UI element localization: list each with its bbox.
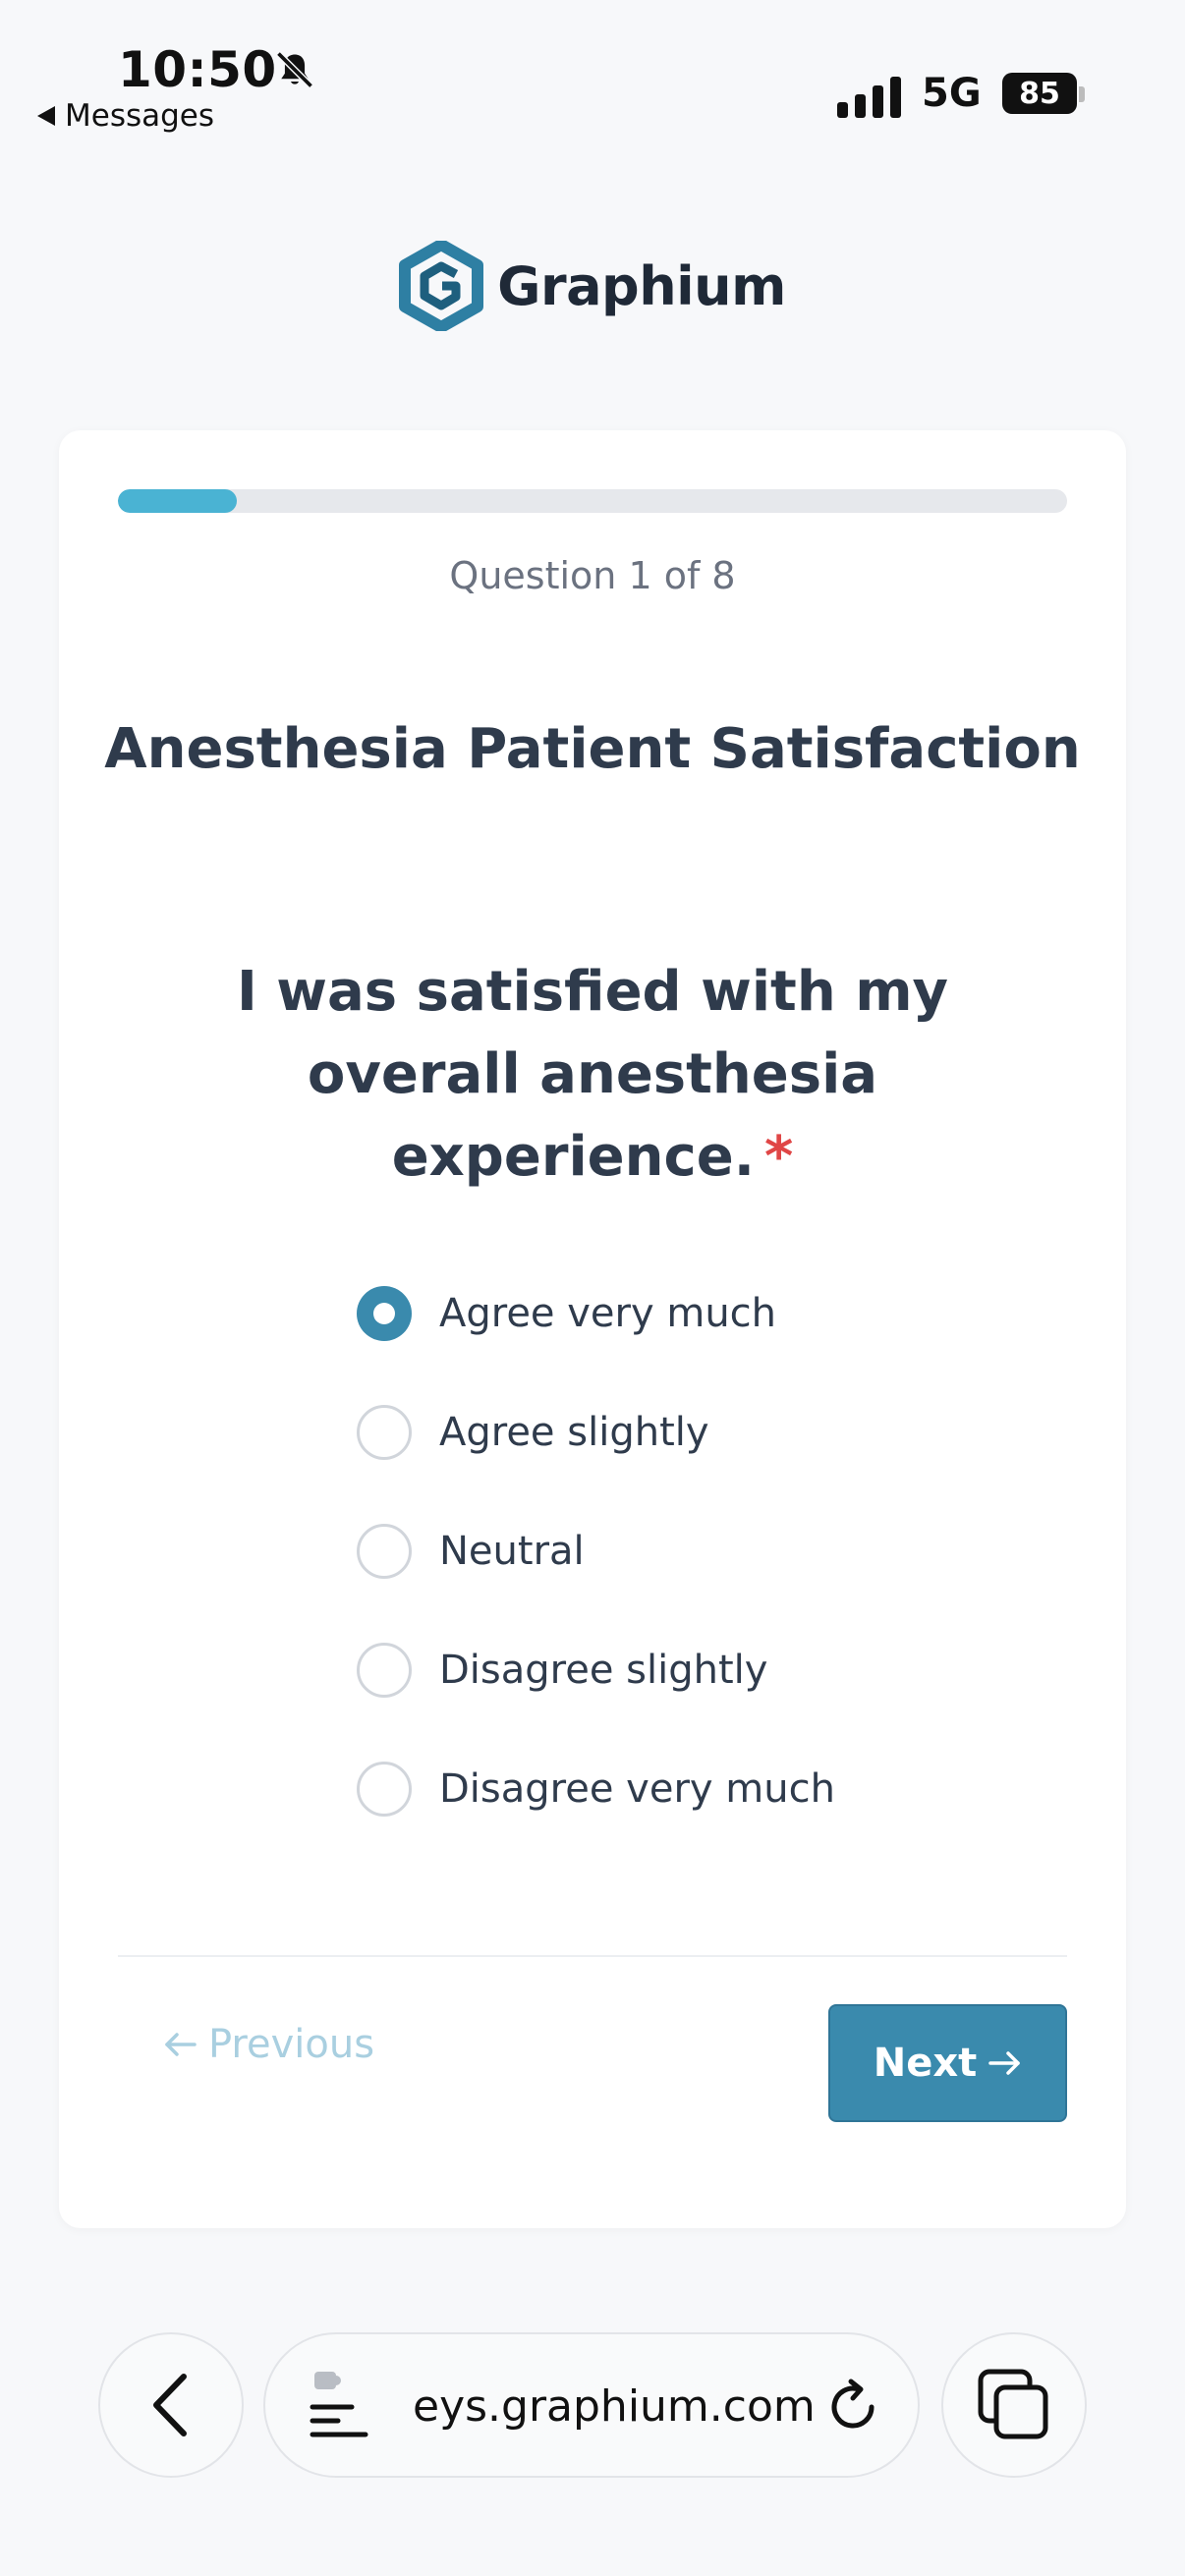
brand-logo: Graphium bbox=[0, 241, 1185, 331]
radio-button[interactable] bbox=[357, 1285, 412, 1341]
option-neutral[interactable]: Neutral bbox=[357, 1491, 835, 1610]
tabs-icon bbox=[978, 2369, 1048, 2439]
next-button[interactable]: Next bbox=[828, 2004, 1067, 2122]
option-agree-very-much[interactable]: Agree very much bbox=[357, 1254, 835, 1372]
cellular-signal-icon bbox=[837, 77, 901, 118]
radio-button[interactable] bbox=[357, 1523, 412, 1579]
back-triangle-icon bbox=[37, 106, 55, 126]
status-bar: 10:50 Messages 5G 85 bbox=[0, 0, 1185, 147]
battery-indicator: 85 bbox=[1002, 73, 1085, 114]
radio-button[interactable] bbox=[357, 1642, 412, 1698]
brand-name: Graphium bbox=[497, 254, 786, 317]
reload-icon[interactable] bbox=[823, 2378, 882, 2436]
progress-fill bbox=[118, 489, 237, 513]
address-url: eys.graphium.com bbox=[413, 2381, 816, 2432]
back-app-label: Messages bbox=[65, 98, 215, 134]
battery-level: 85 bbox=[1002, 73, 1077, 114]
reader-mode-icon bbox=[310, 2372, 368, 2437]
address-bar[interactable]: eys.graphium.com bbox=[263, 2332, 920, 2478]
graphium-logo-icon bbox=[399, 241, 484, 331]
previous-button[interactable]: Previous bbox=[163, 2022, 374, 2067]
option-disagree-very-much[interactable]: Disagree very much bbox=[357, 1729, 835, 1848]
option-label: Disagree slightly bbox=[439, 1647, 768, 1693]
tabs-button[interactable] bbox=[941, 2332, 1087, 2478]
required-marker: * bbox=[763, 1125, 794, 1189]
progress-bar bbox=[118, 489, 1067, 513]
previous-label: Previous bbox=[208, 2022, 375, 2067]
option-disagree-slightly[interactable]: Disagree slightly bbox=[357, 1610, 835, 1729]
battery-cap bbox=[1079, 86, 1085, 102]
chevron-left-icon bbox=[153, 2374, 187, 2436]
browser-back-button[interactable] bbox=[98, 2332, 244, 2478]
option-label: Agree very much bbox=[439, 1290, 777, 1336]
answer-options: Agree very much Agree slightly Neutral D… bbox=[357, 1254, 835, 1848]
divider bbox=[118, 1955, 1067, 1957]
option-label: Agree slightly bbox=[439, 1409, 709, 1455]
back-to-messages[interactable]: Messages bbox=[37, 98, 214, 134]
radio-button[interactable] bbox=[357, 1404, 412, 1460]
radio-button[interactable] bbox=[357, 1761, 412, 1817]
question-counter: Question 1 of 8 bbox=[449, 554, 736, 597]
survey-card: Question 1 of 8 Anesthesia Patient Satis… bbox=[59, 430, 1126, 2228]
option-label: Disagree very much bbox=[439, 1765, 835, 1812]
next-label: Next bbox=[873, 2041, 978, 2086]
question-text: I was satisfied with my overall anesthes… bbox=[157, 951, 1028, 1199]
status-time: 10:50 bbox=[118, 41, 277, 98]
bell-slash-icon bbox=[276, 51, 313, 88]
arrow-left-icon bbox=[165, 2033, 197, 2056]
option-label: Neutral bbox=[439, 1528, 585, 1574]
survey-title: Anesthesia Patient Satisfaction bbox=[104, 717, 1081, 781]
network-type: 5G bbox=[922, 71, 982, 116]
option-agree-slightly[interactable]: Agree slightly bbox=[357, 1372, 835, 1491]
question-label: I was satisfied with my overall anesthes… bbox=[236, 960, 949, 1189]
arrow-right-icon bbox=[988, 2051, 1021, 2075]
